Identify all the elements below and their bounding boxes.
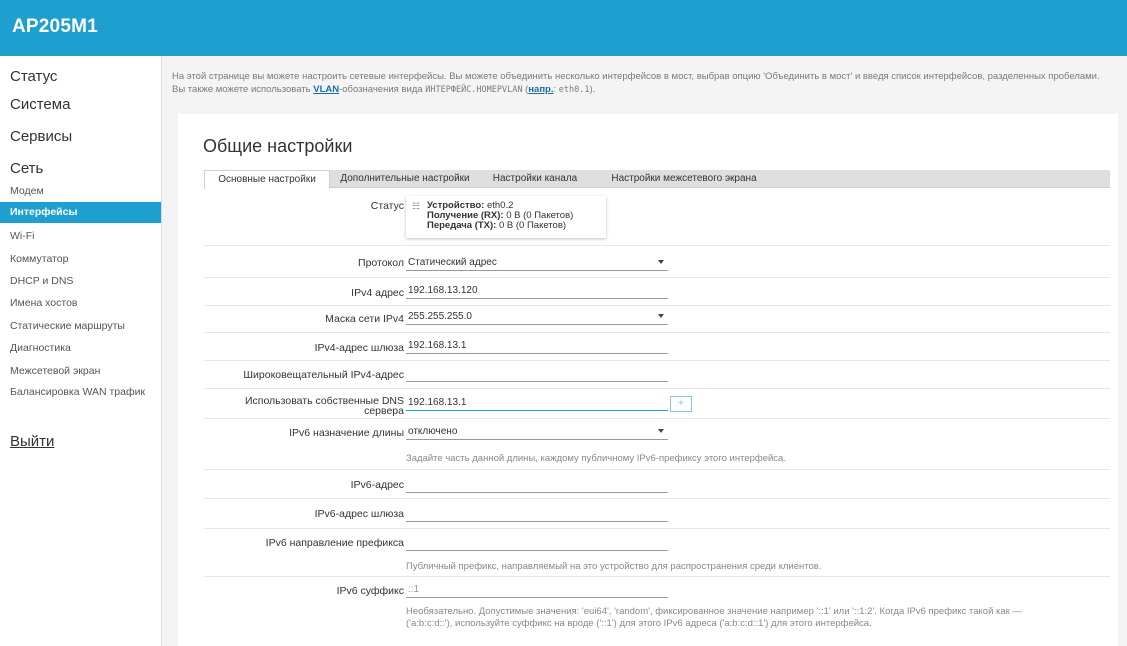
ipv4-mask-select[interactable]: 255.255.255.0: [406, 308, 668, 325]
ipv6-address-input[interactable]: [406, 476, 668, 493]
ipv6-gateway-input[interactable]: [406, 505, 668, 522]
sidebar-item-diagnostics[interactable]: Диагностика: [10, 342, 71, 354]
brand-title[interactable]: AP205M1: [12, 16, 98, 38]
row-divider: [204, 469, 1110, 470]
ipv4-gateway-input[interactable]: 192.168.13.1: [406, 337, 668, 354]
sidebar-item-dhcp-dns[interactable]: DHCP и DNS: [10, 275, 73, 287]
ipv6-prefix-hint: Публичный префикс, направляемый на это у…: [406, 561, 822, 572]
tab-firewall-settings[interactable]: Настройки межсетевого экрана: [594, 170, 774, 187]
row-divider: [204, 332, 1110, 333]
description-text: ).: [589, 84, 596, 95]
row-divider: [204, 305, 1110, 306]
ipv6-suffix-hint-line2: ('a:b:c:d::'), используйте суффикс на вр…: [406, 618, 872, 629]
description-code: ИНТЕРФЕЙС.НОМЕРVLAN: [425, 85, 523, 95]
row-divider: [204, 418, 1110, 419]
ipv6-suffix-label: IPv6 суффикс: [336, 585, 404, 597]
sidebar-item-switch[interactable]: Коммутатор: [10, 253, 68, 265]
header-bar: AP205M1: [0, 0, 1127, 56]
page-description: На этой странице вы можете настроить сет…: [172, 70, 1102, 97]
ipv6-length-select[interactable]: отключено: [406, 423, 668, 440]
ipv6-prefix-label: IPv6 направление префикса: [265, 537, 404, 549]
dns-server-input[interactable]: 192.168.13.1: [406, 394, 668, 411]
example-link[interactable]: напр.: [528, 84, 553, 95]
tab-bar: Основные настройки Дополнительные настро…: [204, 170, 1110, 189]
tx-key: Передача (TX):: [427, 220, 497, 231]
ipv6-suffix-hint-line1: Необязательно. Допустимые значения: 'eui…: [406, 606, 1022, 617]
row-divider: [204, 245, 1110, 246]
sidebar-item-interfaces[interactable]: Интерфейсы: [0, 202, 161, 223]
sidebar-item-status[interactable]: Статус: [10, 68, 57, 85]
status-box: ☷ Устройство: eth0.2 Получение (RX): 0 B…: [406, 196, 606, 238]
protocol-label: Протокол: [358, 257, 404, 269]
description-text: -обозначения вида: [339, 84, 426, 95]
row-divider: [204, 388, 1110, 389]
ipv4-address-label: IPv4 адрес: [351, 287, 404, 299]
row-divider: [204, 528, 1110, 529]
sidebar-item-wan-balancing[interactable]: Балансировка WAN трафик: [10, 386, 145, 398]
settings-card: Общие настройки Основные настройки Допол…: [178, 114, 1118, 646]
ipv6-address-label: IPv6-адрес: [350, 479, 404, 491]
sidebar-item-network[interactable]: Сеть: [10, 160, 43, 177]
sidebar-item-modem[interactable]: Модем: [10, 185, 44, 197]
add-dns-button[interactable]: +: [670, 396, 692, 412]
chevron-down-icon: [658, 429, 664, 433]
ipv6-length-label: IPv6 назначение длины: [289, 427, 404, 439]
ipv4-mask-label: Маска сети IPv4: [325, 313, 404, 325]
sidebar-item-wifi[interactable]: Wi-Fi: [10, 230, 35, 242]
row-divider: [204, 576, 1110, 577]
sidebar: Статус Система Сервисы Сеть Модем Интерф…: [0, 56, 162, 646]
ipv6-suffix-input[interactable]: ::1: [406, 581, 668, 598]
sidebar-item-system[interactable]: Система: [10, 96, 70, 113]
sidebar-item-static-routes[interactable]: Статические маршруты: [10, 320, 125, 332]
description-text: На этой странице вы можете настроить сет…: [172, 71, 1100, 95]
ipv4-mask-value: 255.255.255.0: [408, 311, 472, 322]
ipv4-gateway-label: IPv4-адрес шлюза: [314, 342, 404, 354]
main-content: На этой странице вы можете настроить сет…: [162, 56, 1127, 646]
dns-label-line2: сервера: [364, 405, 404, 417]
ipv6-length-hint: Задайте часть данной длины, каждому публ…: [406, 453, 786, 464]
dns-label: Использовать собственные DNS сервера: [245, 396, 404, 417]
sidebar-item-firewall[interactable]: Межсетевой экран: [10, 365, 100, 377]
network-port-icon: ☷: [412, 201, 421, 211]
protocol-select[interactable]: Статический адрес: [406, 254, 668, 271]
tab-channel-settings[interactable]: Настройки канала: [480, 170, 590, 187]
description-code: eth0.1: [558, 85, 590, 95]
card-title: Общие настройки: [203, 136, 353, 156]
sidebar-item-hostnames[interactable]: Имена хостов: [10, 297, 78, 309]
chevron-down-icon: [658, 260, 664, 264]
ipv4-broadcast-label: Широковещательный IPv4-адрес: [243, 369, 404, 381]
tab-basic-settings[interactable]: Основные настройки: [204, 170, 330, 189]
sidebar-item-services[interactable]: Сервисы: [10, 128, 72, 145]
tx-value: 0 B (0 Пакетов): [496, 220, 567, 231]
ipv6-prefix-input[interactable]: [406, 534, 668, 551]
tab-advanced-settings[interactable]: Дополнительные настройки: [330, 170, 480, 187]
vlan-link[interactable]: VLAN: [313, 84, 339, 95]
ipv4-broadcast-input[interactable]: [406, 365, 668, 382]
protocol-value: Статический адрес: [408, 257, 497, 268]
row-divider: [204, 360, 1110, 361]
ipv6-length-value: отключено: [408, 426, 458, 437]
ipv6-gateway-label: IPv6-адрес шлюза: [314, 508, 404, 520]
row-divider: [204, 277, 1110, 278]
ipv4-address-input[interactable]: 192.168.13.120: [406, 282, 668, 299]
chevron-down-icon: [658, 314, 664, 318]
logout-link[interactable]: Выйти: [10, 433, 54, 450]
status-label: Статус: [370, 200, 404, 212]
row-divider: [204, 498, 1110, 499]
